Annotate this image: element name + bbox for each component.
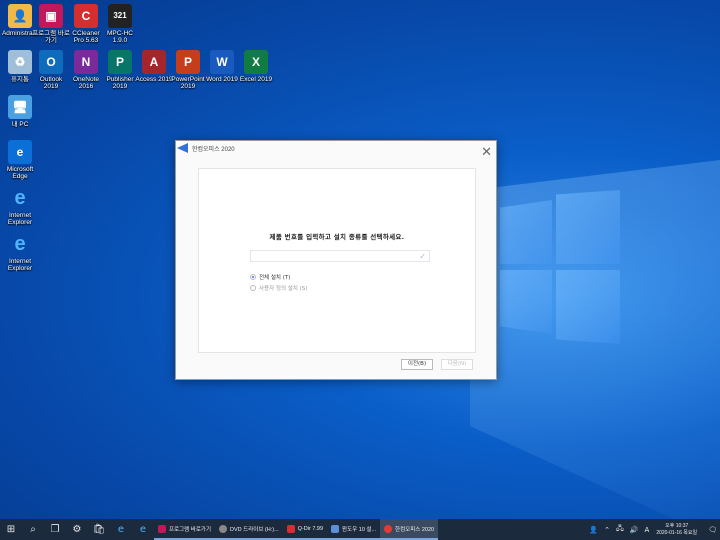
- recycle-bin-icon: ♻: [8, 50, 32, 74]
- option-full-install-label: 전체 설치 (T): [259, 275, 291, 281]
- desktop-icon-word[interactable]: W Word 2019: [203, 50, 241, 90]
- installer-dialog: 한컴오피스 2020 ✕ 제품 번호를 입력하고 설치 종류를 선택하세요. ✓…: [175, 140, 497, 380]
- hancom-logo-icon: [177, 143, 188, 153]
- clock-date: 2020-01-16 목요일: [656, 529, 698, 536]
- desktop-icon-ie64[interactable]: eInternet Explorer 64bit: [1, 186, 39, 226]
- taskbar-app-label: 윈도우 10 설...: [342, 526, 377, 533]
- desktop-icon-powerpoint[interactable]: P PowerPoint 2019: [169, 50, 207, 90]
- mpc-hc-icon: 321: [108, 4, 132, 28]
- hancom-icon: [384, 524, 393, 533]
- desktop-icon-program-shortcut[interactable]: ▣ 프로그램 바로가기: [32, 4, 70, 44]
- desktop-icon-this-pc[interactable]: 🖥 내 PC: [1, 95, 39, 135]
- word-icon: W: [210, 50, 234, 74]
- ccleaner-icon: C: [74, 4, 98, 28]
- outlook-icon: O: [39, 50, 63, 74]
- dialog-title: 한컴오피스 2020: [192, 146, 235, 153]
- tv-icon: ▣: [39, 4, 63, 28]
- option-custom-install[interactable]: 사용자 정의 설치 (S): [250, 284, 307, 292]
- notification-icon[interactable]: 🗨: [708, 526, 717, 534]
- edge-taskbar-icon[interactable]: e: [110, 519, 132, 540]
- next-button[interactable]: 다음(N): [441, 359, 473, 370]
- desktop-icon-ccleaner[interactable]: C CCleaner Pro 5.63: [67, 4, 105, 44]
- option-full-install[interactable]: 전체 설치 (T): [250, 273, 290, 281]
- edge-icon: e: [8, 140, 32, 164]
- taskbar-app-qdir[interactable]: Q-Dir 7.99: [282, 519, 328, 540]
- onenote-icon: N: [74, 50, 98, 74]
- check-icon: ✓: [419, 252, 426, 261]
- clock[interactable]: 오후 10:37 2020-01-16 목요일: [656, 523, 697, 537]
- serial-number-input[interactable]: ✓: [250, 250, 430, 262]
- dialog-content-panel: 제품 번호를 입력하고 설치 종류를 선택하세요. ✓ 전체 설치 (T) 사용…: [198, 168, 476, 353]
- close-icon[interactable]: ✕: [481, 146, 492, 159]
- taskbar-app-label: 한컴오피스 2020: [395, 526, 435, 533]
- desktop-icon-publisher[interactable]: P Publisher 2019: [101, 50, 139, 90]
- ime-indicator[interactable]: A: [645, 526, 650, 534]
- taskbar-app-hancom[interactable]: 한컴오피스 2020: [380, 519, 439, 540]
- start-windows-icon[interactable]: ⊞: [0, 519, 22, 540]
- ie-taskbar-icon[interactable]: e: [132, 519, 154, 540]
- taskbar-app-windows-setup[interactable]: 윈도우 10 설...: [327, 519, 381, 540]
- volume-icon[interactable]: 🔊: [630, 526, 639, 534]
- radio-selected-icon[interactable]: [250, 274, 256, 280]
- task-view-icon[interactable]: ❐: [44, 519, 66, 540]
- desktop-icon-ie[interactable]: e Internet Explorer: [1, 232, 39, 272]
- windows-logo-wallpaper: [500, 190, 620, 350]
- option-custom-install-label: 사용자 정의 설치 (S): [259, 286, 308, 292]
- tv-icon: [158, 524, 166, 533]
- desktop-icon-access[interactable]: A Access 2019: [135, 50, 173, 90]
- store-icon[interactable]: 🛍: [88, 519, 110, 540]
- taskbar: ⊞ ⌕ ❐ ⚙ 🛍 e e 프로그램 바로가기 DVD 드라이브 (H:)...…: [0, 519, 720, 540]
- dialog-titlebar: 한컴오피스 2020: [176, 141, 496, 155]
- desktop-icon-excel[interactable]: X Excel 2019: [237, 50, 275, 90]
- access-icon: A: [142, 50, 166, 74]
- excel-icon: X: [244, 50, 268, 74]
- taskbar-app-program-shortcut[interactable]: 프로그램 바로가기: [154, 519, 216, 540]
- disc-icon: [219, 524, 228, 533]
- taskbar-app-label: DVD 드라이브 (H:)...: [230, 526, 279, 533]
- publisher-icon: P: [108, 50, 132, 74]
- user-icon[interactable]: 👤: [589, 526, 598, 534]
- taskbar-app-dvd-drive[interactable]: DVD 드라이브 (H:)...: [215, 519, 283, 540]
- desktop-icon-edge[interactable]: e Microsoft Edge: [1, 140, 39, 180]
- qdir-icon: [286, 524, 295, 533]
- settings-gear-icon[interactable]: ⚙: [66, 519, 88, 540]
- search-icon[interactable]: ⌕: [22, 519, 44, 540]
- chevron-up-icon[interactable]: ⌃: [604, 526, 610, 534]
- prev-button[interactable]: 이전(B): [401, 359, 433, 370]
- setup-icon: [331, 524, 340, 533]
- internet-explorer-icon: e: [14, 233, 26, 255]
- radio-unselected-icon[interactable]: [250, 285, 256, 291]
- desktop-icon-mpc-hc[interactable]: 321 MPC-HC 1.9.0: [101, 4, 139, 44]
- desktop-icon-outlook[interactable]: O Outlook 2019: [32, 50, 70, 90]
- computer-icon: 🖥: [8, 95, 32, 119]
- install-prompt: 제품 번호를 입력하고 설치 종류를 선택하세요.: [269, 233, 405, 241]
- clock-time: 오후 10:37: [665, 522, 689, 529]
- user-folder-icon: 👤: [8, 4, 32, 28]
- desktop-icon-onenote[interactable]: N OneNote 2016: [67, 50, 105, 90]
- network-icon[interactable]: 🖧: [616, 524, 624, 535]
- internet-explorer-icon: e: [14, 187, 26, 209]
- taskbar-app-label: 프로그램 바로가기: [169, 526, 212, 533]
- system-tray: 👤 ⌃ 🖧 🔊 A 오후 10:37 2020-01-16 목요일 🗨: [586, 519, 720, 540]
- powerpoint-icon: P: [176, 50, 200, 74]
- taskbar-app-label: Q-Dir 7.99: [297, 525, 324, 532]
